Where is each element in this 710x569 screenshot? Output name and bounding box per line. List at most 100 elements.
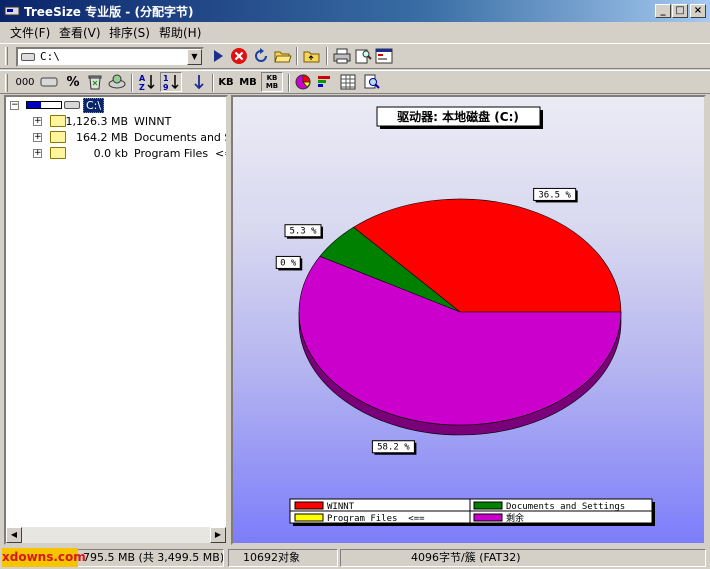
svg-text:A: A (139, 74, 146, 83)
unit-mb-button[interactable]: MB (237, 72, 259, 92)
title-bar: TreeSize 专业版 - (分配字节) _ □ × (0, 0, 710, 22)
up-folder-icon[interactable] (301, 46, 323, 66)
menu-bar: 文件(F) 查看(V) 排序(S) 帮助(H) (0, 22, 710, 42)
scroll-right-icon[interactable]: ▶ (210, 527, 226, 543)
pie-data-label: 36.5 % (533, 187, 578, 203)
window-title: TreeSize 专业版 - (分配字节) (24, 5, 194, 19)
expand-icon[interactable]: + (33, 133, 42, 142)
print-preview-icon[interactable] (352, 46, 374, 66)
status-cluster-size: 4096字节/簇 (FAT32) (340, 549, 706, 567)
detail-view-icon[interactable] (337, 72, 359, 92)
export-icon[interactable] (373, 46, 395, 66)
chart-legend: WINNT Documents and Settings Program Fil… (289, 498, 655, 526)
status-bar: 795.5 MB (共 3,499.5 MB) 10692对象 4096字节/簇… (0, 547, 710, 569)
sort-alpha-icon[interactable]: AZ (136, 72, 158, 92)
tree-root-label[interactable]: C:\ (83, 98, 105, 113)
pie-label-text: 36.5 % (538, 190, 571, 200)
tree-item[interactable]: + 164.2 MB Documents and Settings (6, 130, 226, 146)
disk-scan-icon[interactable] (106, 72, 128, 92)
menu-sort[interactable]: 排序(S) (109, 24, 150, 41)
folder-name: Program Files <== (134, 147, 226, 160)
search-icon[interactable] (361, 72, 383, 92)
folder-size: 164.2 MB (75, 131, 128, 144)
view-000-button[interactable]: 000 (14, 72, 36, 92)
svg-text:Z: Z (139, 83, 145, 91)
toolbar-separator (326, 47, 328, 65)
close-button[interactable]: × (690, 4, 706, 18)
drive-select-value: C:\ (40, 50, 60, 63)
legend-label: WINNT (327, 502, 355, 512)
maximize-button[interactable]: □ (672, 4, 688, 18)
pie-label-text: 58.2 % (377, 443, 410, 453)
folder-size: 0.0 kb (93, 147, 128, 160)
stop-icon[interactable] (228, 46, 250, 66)
toolbar-separator (212, 74, 214, 92)
horizontal-scrollbar[interactable]: ◀ ▶ (6, 527, 226, 543)
legend-label: Program Files <== (327, 514, 425, 524)
expand-icon[interactable]: + (33, 117, 42, 126)
minimize-button[interactable]: _ (655, 4, 671, 18)
legend-label: 剩余 (506, 512, 524, 524)
drive-select[interactable]: C:\ ▼ (16, 47, 204, 67)
view-toolbar: 000 % AZ 19 KB MB KB MB (0, 70, 710, 94)
drive-view-icon[interactable] (38, 72, 60, 92)
toolbar-separator (288, 74, 290, 92)
print-icon[interactable] (331, 46, 353, 66)
folder-tree[interactable]: − C:\ + 1,126.3 MB WINNT + 164.2 MB Docu… (4, 95, 228, 545)
chart-pane: 驱动器: 本地磁盘 (C:) 36.5 % 5.3 % 0 % 58.2 % WINN… (231, 95, 706, 545)
pie-label-text: 0 % (280, 258, 297, 268)
pie-data-label: 5.3 % (284, 224, 324, 239)
chart-title: 驱动器: 本地磁盘 (C:) (397, 109, 519, 124)
unit-kb-button[interactable]: KB (215, 72, 237, 92)
scroll-left-icon[interactable]: ◀ (6, 527, 22, 543)
sort-descending-icon[interactable] (188, 72, 210, 92)
chevron-down-icon[interactable]: ▼ (187, 49, 202, 65)
open-folder-icon[interactable] (272, 46, 294, 66)
main-toolbar: C:\ ▼ (0, 43, 710, 69)
legend-swatch (294, 513, 324, 522)
legend-swatch (473, 513, 503, 522)
menu-help[interactable]: 帮助(H) (159, 24, 201, 41)
tree-item[interactable]: + 1,126.3 MB WINNT (6, 114, 226, 130)
svg-text:1: 1 (163, 74, 169, 83)
sort-numeric-icon[interactable]: 19 (160, 72, 182, 92)
menu-view[interactable]: 查看(V) (59, 24, 101, 41)
free-space-text: 795.5 MB (共 3,499.5 MB) (83, 551, 224, 564)
bar-chart-icon[interactable] (314, 72, 336, 92)
toolbar-separator (131, 74, 133, 92)
pie-chart-icon[interactable] (292, 72, 314, 92)
object-count-text: 10692对象 (243, 551, 300, 564)
collapse-icon[interactable]: − (10, 101, 19, 110)
menu-file[interactable]: 文件(F) (10, 24, 50, 41)
watermark-logo: xdowns.com (2, 548, 86, 567)
percent-button[interactable]: % (62, 72, 84, 92)
toolbar-grip[interactable] (5, 47, 8, 65)
toolbar-separator (296, 47, 298, 65)
recycle-bin-icon[interactable] (84, 72, 106, 92)
cluster-size-text: 4096字节/簇 (FAT32) (411, 551, 521, 564)
svg-text:9: 9 (163, 83, 169, 91)
folder-name: Documents and Settings (134, 131, 226, 144)
go-arrow-icon[interactable] (207, 46, 229, 66)
legend-swatch (294, 501, 324, 510)
pie-data-label: 0 % (275, 255, 303, 271)
chart-title-box: 驱动器: 本地磁盘 (C:) (376, 106, 543, 129)
drive-icon (64, 101, 80, 109)
legend-label: Documents and Settings (506, 502, 625, 512)
folder-name: WINNT (134, 115, 172, 128)
folder-size: 1,126.3 MB (65, 115, 128, 128)
expand-icon[interactable]: + (33, 149, 42, 158)
legend-swatch (473, 501, 503, 510)
drive-icon (21, 53, 35, 61)
pie-label-text: 5.3 % (289, 227, 317, 237)
treesize-app-icon (4, 6, 20, 16)
toolbar-grip[interactable] (5, 74, 8, 92)
tree-root[interactable]: − C:\ (6, 98, 226, 114)
unit-auto-button[interactable]: KB MB (261, 72, 283, 92)
status-object-count: 10692对象 (228, 549, 338, 567)
pie-chart: 驱动器: 本地磁盘 (C:) 36.5 % 5.3 % 0 % 58.2 % WINN… (275, 106, 655, 526)
refresh-icon[interactable] (250, 46, 272, 66)
pie-slices (298, 198, 622, 436)
tree-item[interactable]: + 0.0 kb Program Files <== (6, 146, 226, 162)
usage-bar (26, 101, 62, 109)
